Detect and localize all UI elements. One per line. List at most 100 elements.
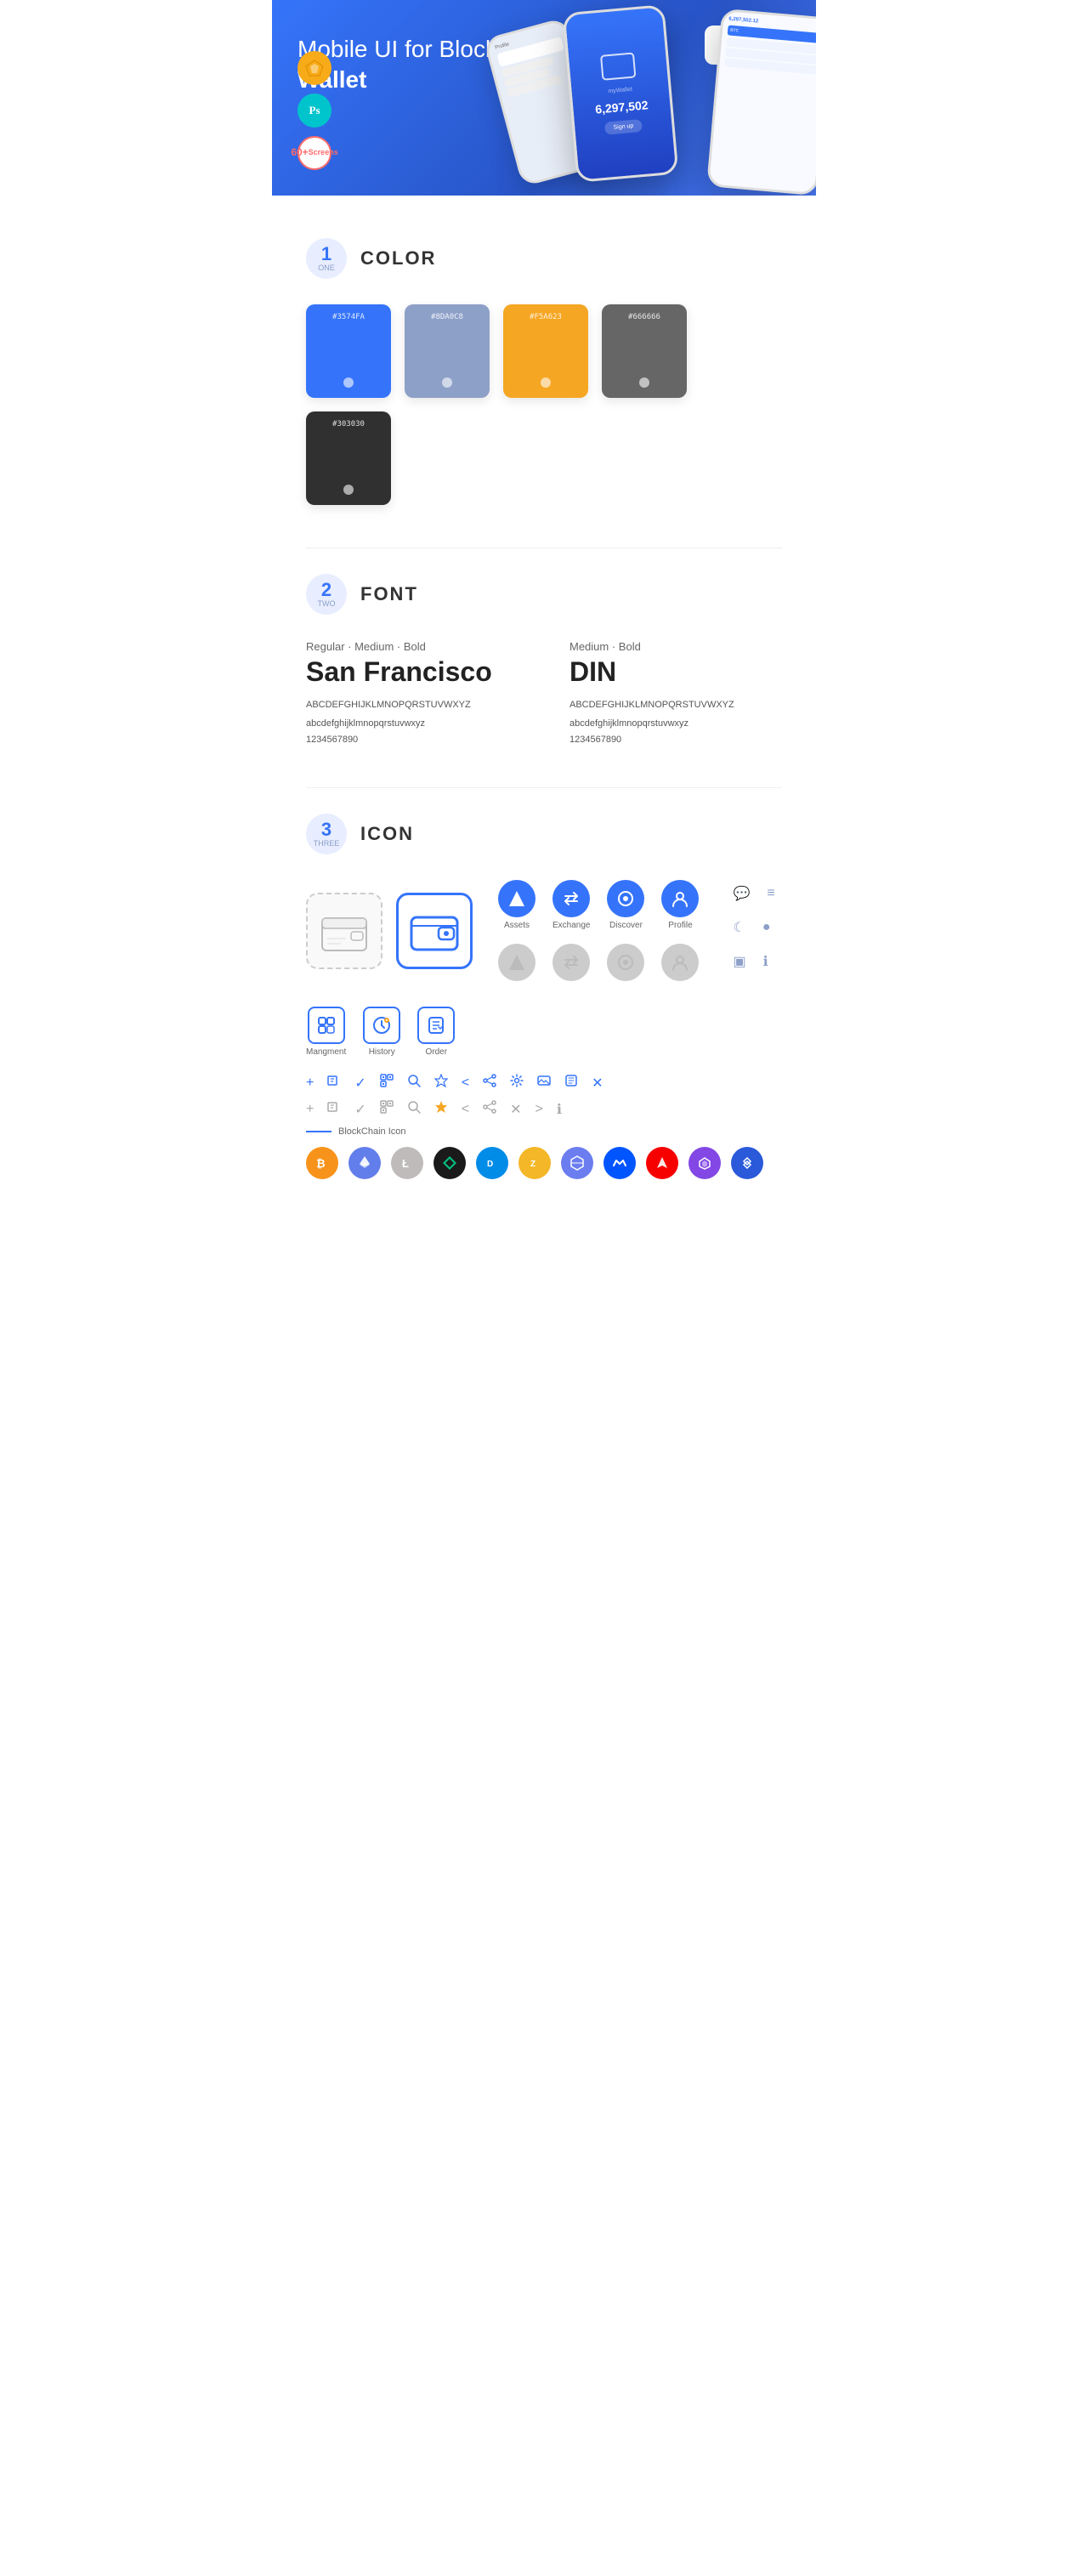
order-icon-box [417, 1007, 455, 1044]
icon-section-header: 3 THREE ICON [306, 814, 782, 854]
font-col-din: Medium · Bold DIN ABCDEFGHIJKLMNOPQRSTUV… [570, 640, 782, 745]
sf-font-name: San Francisco [306, 656, 518, 688]
icon-grid-main: Assets Exchange Discover [306, 880, 782, 981]
misc-icons-row-1: 💬 ≡ ☾ ● ▣ ℹ [733, 885, 782, 970]
grid-icon [561, 1147, 593, 1179]
color-dot [343, 377, 354, 388]
share-icon-grey [483, 1100, 496, 1118]
exchange-icon-circle [552, 880, 590, 917]
icon-section-number: 3 THREE [306, 814, 347, 854]
color-title: COLOR [360, 247, 436, 270]
assets-icon-circle-grey [498, 944, 536, 981]
close-icon: ✕ [592, 1075, 603, 1092]
profile-icon-item: Profile [661, 880, 699, 930]
app-icons-col: Assets Exchange Discover [498, 880, 699, 981]
profile-icon-circle [661, 880, 699, 917]
sf-uppercase: ABCDEFGHIJKLMNOPQRSTUVWXYZ [306, 698, 518, 713]
font-title: FONT [360, 583, 418, 605]
layers-icon: ≡ [767, 886, 774, 901]
neo-icon [434, 1147, 466, 1179]
profile-icon-grey [661, 944, 699, 981]
font-col-sf: Regular · Medium · Bold San Francisco AB… [306, 640, 518, 745]
color-swatch-blue: #3574FA [306, 304, 391, 398]
sf-style-label: Regular · Medium · Bold [306, 640, 518, 653]
btc-icon: ₿ [306, 1147, 338, 1179]
svg-text:₿: ₿ [316, 1157, 326, 1170]
assets-icon-grey [498, 944, 536, 981]
ps-badge: Ps [298, 94, 332, 128]
exchange-icon-item: Exchange [552, 880, 590, 930]
wallet-icon-filled-large [396, 893, 473, 969]
order-icon-item: Order [417, 1007, 455, 1057]
small-icons-row-2: + ✓ < ✕ > [306, 1100, 782, 1118]
circle-icon: ● [762, 920, 771, 935]
exchange-icon-label: Exchange [552, 921, 590, 930]
main-content: 1 ONE COLOR #3574FA #8DA0C8 #F5A623 #666… [272, 196, 816, 1247]
discover-icon-circle-grey [607, 944, 644, 981]
hero-badges: Ps 60+ Screens [298, 51, 332, 170]
color-dot [639, 377, 649, 388]
assets-icon-circle [498, 880, 536, 917]
phones-area: Profile myWallet 6,297,502 Sign up 6,297… [484, 0, 816, 196]
order-icon-label: Order [425, 1047, 447, 1057]
color-section-header: 1 ONE COLOR [306, 238, 782, 279]
star-icon-active [434, 1100, 448, 1118]
color-dot [541, 377, 551, 388]
font-section: 2 TWO FONT Regular · Medium · Bold San F… [306, 574, 782, 745]
blockchain-label-row: BlockChain Icon [306, 1126, 782, 1137]
icon-title: ICON [360, 823, 414, 845]
eth-icon [348, 1147, 381, 1179]
comment-icon: ▣ [733, 953, 745, 970]
dash-icon: D [476, 1147, 508, 1179]
misc-icons-small: 💬 ≡ ☾ ● ▣ ℹ [733, 885, 782, 977]
sf-lowercase: abcdefghijklmnopqrstuvwxyz [306, 717, 518, 732]
edit-icon [327, 1074, 341, 1092]
icon-section: 3 THREE ICON [306, 814, 782, 1179]
chat-icon: 💬 [733, 885, 750, 902]
bottom-icons-section: Mangment History Order + [306, 1007, 782, 1179]
svg-text:Z: Z [530, 1160, 536, 1169]
link-icon [731, 1147, 763, 1179]
zcash-icon: Z [518, 1147, 551, 1179]
back-icon-grey: < [462, 1102, 469, 1117]
management-icon-item: Mangment [306, 1007, 346, 1057]
wireframe-icons-group [306, 893, 473, 969]
svg-text:Ł: Ł [402, 1157, 409, 1170]
font-section-number: 2 TWO [306, 574, 347, 615]
discover-icon-grey [607, 944, 644, 981]
font-section-header: 2 TWO FONT [306, 574, 782, 615]
crypto-icons-row: ₿ Ł D Z [306, 1147, 782, 1179]
color-dot [442, 377, 452, 388]
wallet-filled-svg [410, 911, 459, 951]
settings-icon [510, 1074, 524, 1092]
matic-icon [688, 1147, 721, 1179]
divider-2 [306, 787, 782, 788]
forward-icon-grey: > [536, 1102, 543, 1117]
din-numbers: 1234567890 [570, 735, 782, 745]
wallet-wireframe-svg [320, 910, 368, 952]
info-icon: ℹ [763, 953, 768, 970]
din-uppercase: ABCDEFGHIJKLMNOPQRSTUVWXYZ [570, 698, 782, 713]
moon-icon: ☾ [733, 919, 745, 936]
sf-numbers: 1234567890 [306, 735, 518, 745]
wallet-wireframe-large [306, 893, 382, 969]
phone-right: 6,297,502.12 BTC [706, 9, 816, 196]
sketch-badge [298, 51, 332, 85]
color-swatch-grey: #666666 [602, 304, 687, 398]
ltc-icon: Ł [391, 1147, 423, 1179]
star-icon [434, 1074, 448, 1092]
history-icon-item: History [363, 1007, 400, 1057]
color-section: 1 ONE COLOR #3574FA #8DA0C8 #F5A623 #666… [306, 238, 782, 505]
svg-text:D: D [487, 1160, 493, 1169]
din-font-name: DIN [570, 656, 782, 688]
color-swatches: #3574FA #8DA0C8 #F5A623 #666666 #303030 [306, 304, 782, 505]
search-icon [407, 1074, 421, 1092]
resize-icon [564, 1074, 578, 1092]
discover-icon-label: Discover [609, 921, 643, 930]
color-swatch-grey-blue: #8DA0C8 [405, 304, 490, 398]
app-icons-row-blue: Assets Exchange Discover [498, 880, 699, 930]
din-style-label: Medium · Bold [570, 640, 782, 653]
color-swatch-dark: #303030 [306, 411, 391, 505]
check-icon: ✓ [354, 1075, 366, 1092]
exchange-icon-circle-grey [552, 944, 590, 981]
